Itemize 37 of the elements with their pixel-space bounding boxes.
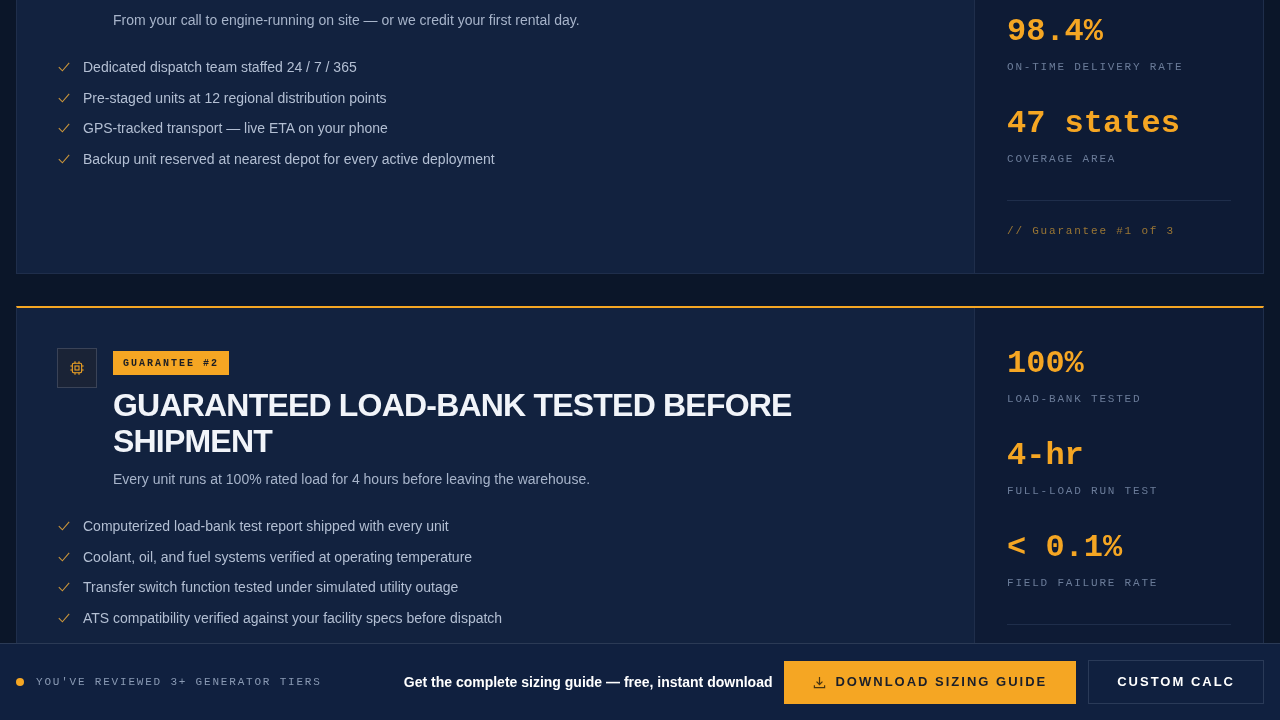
stat-value: 4-hr (1007, 440, 1084, 472)
feature-text: Computerized load-bank test report shipped with every unit (83, 517, 449, 536)
check-icon (58, 123, 70, 134)
guarantee-badge: GUARANTEE #2 (113, 351, 229, 375)
stat-label: ON-TIME DELIVERY RATE (1007, 60, 1184, 74)
check-icon (58, 154, 70, 165)
stat-label: FULL-LOAD RUN TEST (1007, 484, 1159, 498)
check-icon (58, 521, 70, 531)
stat-label: FIELD FAILURE RATE (1007, 576, 1159, 590)
status-text: YOU'VE REVIEWED 3+ GENERATOR TIERS (36, 674, 322, 690)
guarantee-title: GUARANTEED LOAD-BANK TESTED BEFORE SHIPMENT (113, 387, 793, 459)
download-icon (813, 675, 827, 689)
stat-label: COVERAGE AREA (1007, 152, 1117, 166)
download-guide-button[interactable]: DOWNLOAD SIZING GUIDE (784, 660, 1077, 704)
stat-value: 47 states (1007, 108, 1180, 140)
check-icon (58, 613, 70, 624)
stat-label: LOAD-BANK TESTED (1007, 392, 1142, 406)
feature-text: Pre-staged units at 12 regional distribution points (83, 88, 387, 108)
guarantee-subtitle: Every unit runs at 100% rated load for 4 hours before leaving the warehouse. (113, 470, 592, 489)
feature-text: Dedicated dispatch team staffed 24 / 7 / 365 (83, 58, 357, 77)
cta-prompt: Get the complete sizing guide — free, instant download (403, 672, 773, 692)
feature-text: GPS-tracked transport — live ETA on your phone (83, 119, 388, 139)
stat-value: 100% (1007, 348, 1084, 380)
check-icon (58, 92, 70, 103)
stat-value: < 0.1% (1007, 532, 1123, 564)
chip-icon (57, 348, 97, 388)
custom-calc-button[interactable]: CUSTOM CALC (1088, 660, 1264, 704)
guarantee-counter: // Guarantee #1 of 3 (1007, 224, 1176, 239)
guarantee-subtitle: From your call to engine-running on site — or we credit your first rental day. (113, 11, 581, 30)
stat-value: 98.4% (1007, 16, 1103, 48)
check-icon (58, 62, 70, 72)
feature-text: Coolant, oil, and fuel systems verified at operating temperature (83, 547, 473, 567)
feature-text: ATS compatibility verified against your facility specs before dispatch (83, 609, 503, 629)
check-icon (58, 582, 70, 593)
feature-text: Transfer switch function tested under simulated utility outage (83, 578, 459, 598)
feature-text: Backup unit reserved at nearest depot for every active deployment (83, 150, 495, 170)
check-icon (58, 551, 70, 562)
